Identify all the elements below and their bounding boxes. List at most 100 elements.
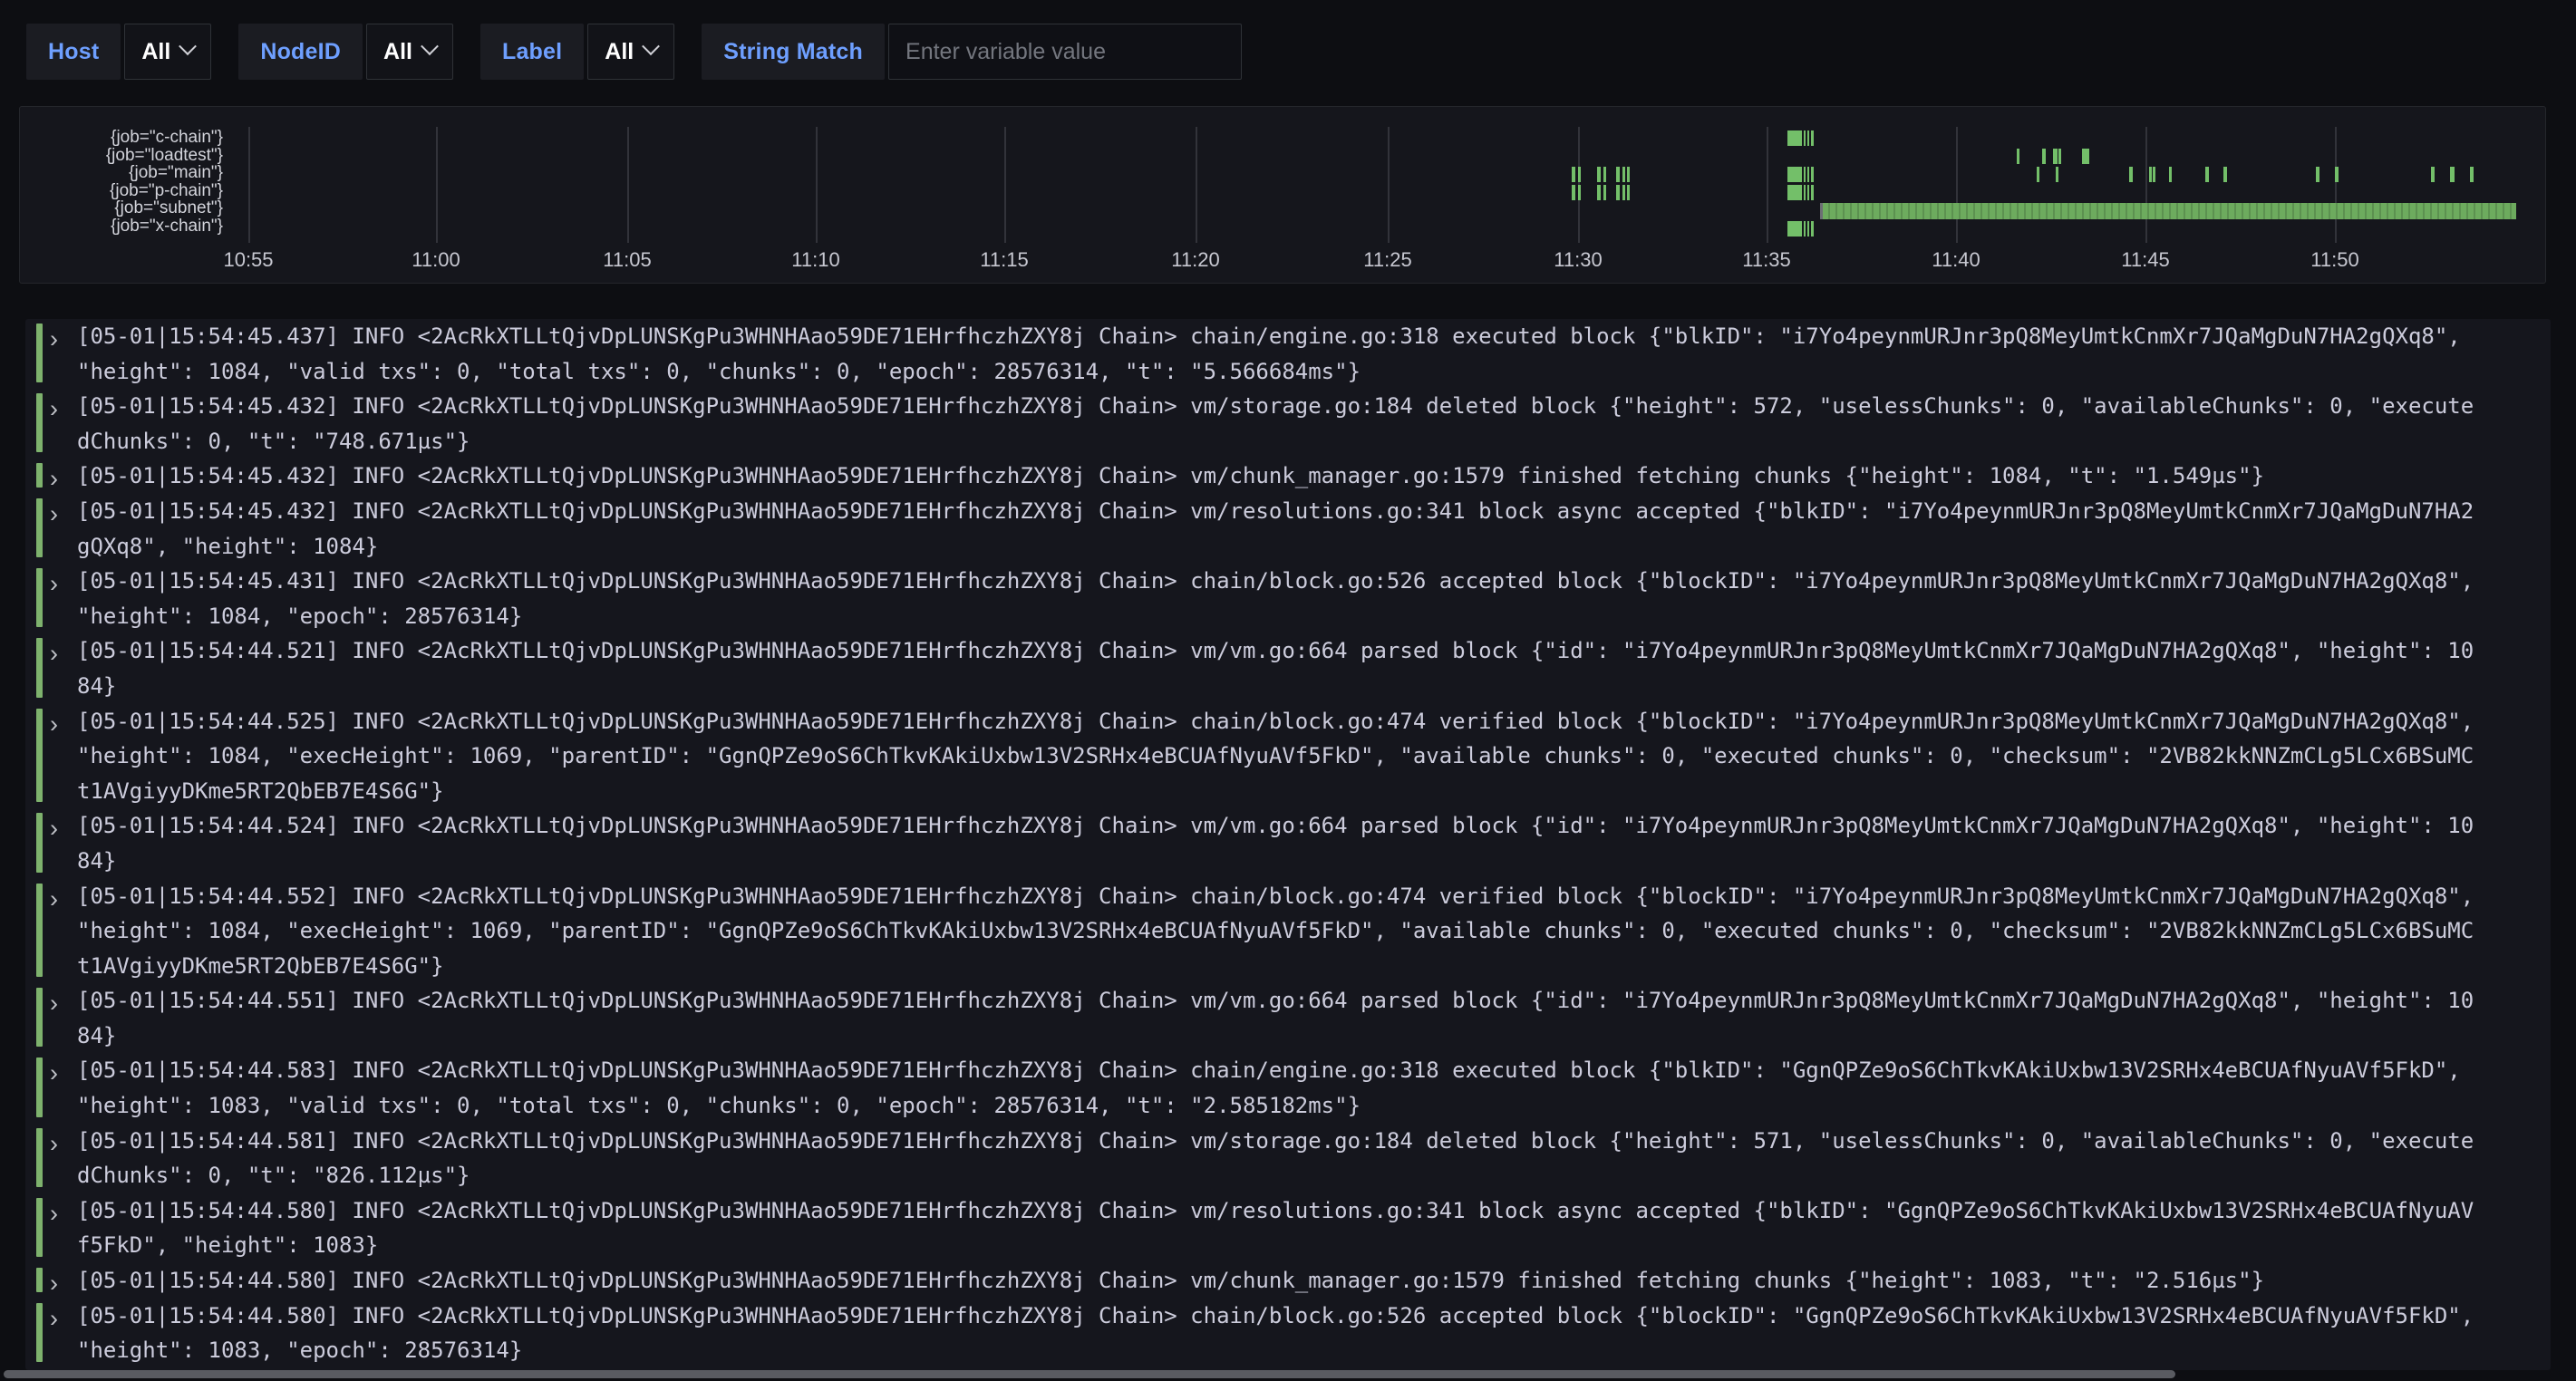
activity-mark — [2153, 167, 2155, 182]
log-line-text: [05-01|15:54:44.581] INFO <2AcRkXTLLtQjv… — [77, 1124, 2474, 1193]
expand-chevron-icon[interactable]: › — [50, 811, 58, 846]
expand-chevron-icon[interactable]: › — [50, 461, 58, 497]
grid-line — [1956, 127, 1958, 243]
log-row[interactable]: ›[05-01|15:54:44.521] INFO <2AcRkXTLLtQj… — [25, 633, 2551, 703]
activity-mark — [1787, 185, 1802, 200]
expand-chevron-icon[interactable]: › — [50, 986, 58, 1021]
label-variable-select[interactable]: All — [587, 24, 674, 80]
string-match-input[interactable] — [888, 24, 1242, 80]
activity-mark — [1622, 185, 1625, 200]
expand-chevron-icon[interactable]: › — [50, 566, 58, 602]
log-row[interactable]: › [05-01|15:54:44.581] INFO <2AcRkXTLLtQj… — [25, 1124, 2551, 1193]
activity-mark — [1807, 185, 1809, 200]
expand-chevron-icon[interactable]: › — [50, 1056, 58, 1091]
log-line-text: [05-01|15:54:45.432] INFO <2AcRkXTLLtQjv… — [77, 494, 2474, 564]
activity-mark — [2169, 167, 2172, 182]
activity-mark — [2082, 149, 2089, 164]
grid-line — [2335, 127, 2337, 243]
activity-mark — [1811, 221, 1814, 237]
activity-mark — [1578, 185, 1581, 200]
activity-mark — [2042, 149, 2046, 164]
grid-line — [2145, 127, 2147, 243]
log-row[interactable]: › [05-01|15:54:44.583] INFO <2AcRkXTLLtQj… — [25, 1053, 2551, 1123]
scrollbar-thumb[interactable] — [4, 1370, 2175, 1378]
nodeid-variable-select[interactable]: All — [366, 24, 453, 80]
activity-mark — [2149, 167, 2152, 182]
activity-mark — [2129, 167, 2133, 182]
log-line-text: [05-01|15:54:44.580] INFO <2AcRkXTLLtQjv… — [77, 1263, 2474, 1299]
chart-plot: 10:5511:0011:0511:1011:1511:2011:2511:30… — [20, 107, 2545, 283]
x-axis-tick-label: 11:15 — [980, 248, 1028, 272]
activity-mark — [1578, 167, 1581, 182]
activity-mark — [2056, 167, 2058, 182]
activity-mark — [1616, 185, 1620, 200]
activity-mark — [1597, 185, 1601, 200]
expand-chevron-icon[interactable]: › — [50, 497, 58, 532]
activity-mark — [2037, 167, 2039, 182]
nodeid-variable-label: NodeID — [238, 24, 363, 80]
host-variable-label: Host — [26, 24, 121, 80]
log-row[interactable]: ›[05-01|15:54:44.552] INFO <2AcRkXTLLtQj… — [25, 879, 2551, 984]
x-axis-tick-label: 11:50 — [2310, 248, 2358, 272]
string-match-group: String Match — [702, 24, 1242, 80]
grid-line — [627, 127, 629, 243]
activity-mark — [1787, 167, 1802, 182]
log-line-text: [05-01|15:54:44.580] INFO <2AcRkXTLLtQjv… — [77, 1193, 2474, 1263]
x-axis-tick-label: 11:25 — [1363, 248, 1411, 272]
activity-mark — [1811, 167, 1814, 182]
activity-mark — [1603, 185, 1606, 200]
host-variable-select[interactable]: All — [124, 24, 211, 80]
activity-mark — [1807, 130, 1809, 146]
activity-mark — [2205, 167, 2209, 182]
expand-chevron-icon[interactable]: › — [50, 636, 58, 671]
x-axis-tick-label: 11:35 — [1742, 248, 1790, 272]
activity-mark — [1804, 221, 1806, 237]
activity-mark — [2058, 149, 2061, 164]
log-row[interactable]: › [05-01|15:54:44.524] INFO <2AcRkXTLLtQj… — [25, 808, 2551, 878]
activity-mark — [1627, 185, 1630, 200]
expand-chevron-icon[interactable]: › — [50, 1266, 58, 1301]
expand-chevron-icon[interactable]: › — [50, 1301, 58, 1337]
log-row[interactable]: › [05-01|15:54:45.432] INFO <2AcRkXTLLtQj… — [25, 459, 2551, 494]
expand-chevron-icon[interactable]: › — [50, 1126, 58, 1162]
chevron-down-icon — [642, 37, 660, 55]
activity-mark — [2017, 149, 2019, 164]
grid-line — [1004, 127, 1006, 243]
x-axis-tick-label: 11:20 — [1171, 248, 1219, 272]
expand-chevron-icon[interactable]: › — [50, 322, 58, 357]
label-variable-label: Label — [480, 24, 584, 80]
log-row[interactable]: ›[05-01|15:54:45.432] INFO <2AcRkXTLLtQj… — [25, 389, 2551, 459]
expand-chevron-icon[interactable]: › — [50, 391, 58, 427]
activity-mark — [1804, 167, 1806, 182]
grid-line — [436, 127, 438, 243]
log-line-text: [05-01|15:54:45.432] INFO <2AcRkXTLLtQjv… — [77, 459, 2474, 494]
log-row[interactable]: › [05-01|15:54:44.580] INFO <2AcRkXTLLtQj… — [25, 1263, 2551, 1299]
x-axis-tick-label: 11:10 — [791, 248, 839, 272]
log-row[interactable]: › [05-01|15:54:45.432] INFO <2AcRkXTLLtQj… — [25, 494, 2551, 564]
host-variable-value: All — [141, 39, 170, 65]
log-row[interactable]: ›[05-01|15:54:45.437] INFO <2AcRkXTLLtQj… — [25, 319, 2551, 389]
x-axis-tick-label: 11:30 — [1554, 248, 1602, 272]
x-axis-tick-label: 10:55 — [223, 248, 273, 272]
expand-chevron-icon[interactable]: › — [50, 707, 58, 742]
horizontal-scrollbar[interactable] — [0, 1370, 2547, 1379]
activity-mark — [2450, 167, 2455, 182]
activity-mark — [1597, 167, 1601, 182]
x-axis-tick-label: 11:45 — [2121, 248, 2169, 272]
grid-line — [1767, 127, 1768, 243]
grid-line — [1196, 127, 1197, 243]
log-row[interactable]: › [05-01|15:54:44.525] INFO <2AcRkXTLLtQj… — [25, 704, 2551, 809]
activity-mark — [1616, 167, 1620, 182]
log-line-text: [05-01|15:54:44.525] INFO <2AcRkXTLLtQjv… — [77, 704, 2474, 809]
log-row[interactable]: ›[05-01|15:54:45.431] INFO <2AcRkXTLLtQj… — [25, 564, 2551, 633]
activity-mark — [1804, 185, 1806, 200]
expand-chevron-icon[interactable]: › — [50, 1196, 58, 1231]
activity-mark — [1811, 130, 1814, 146]
expand-chevron-icon[interactable]: › — [50, 882, 58, 917]
log-row[interactable]: ›[05-01|15:54:44.551] INFO <2AcRkXTLLtQj… — [25, 983, 2551, 1053]
chevron-down-icon — [179, 37, 197, 55]
log-row[interactable]: › [05-01|15:54:44.580] INFO <2AcRkXTLLtQj… — [25, 1193, 2551, 1263]
log-line-text: [05-01|15:54:44.524] INFO <2AcRkXTLLtQjv… — [77, 808, 2474, 878]
log-line-text: [05-01|15:54:44.583] INFO <2AcRkXTLLtQjv… — [77, 1053, 2474, 1123]
log-row[interactable]: ›[05-01|15:54:44.580] INFO <2AcRkXTLLtQj… — [25, 1299, 2551, 1368]
